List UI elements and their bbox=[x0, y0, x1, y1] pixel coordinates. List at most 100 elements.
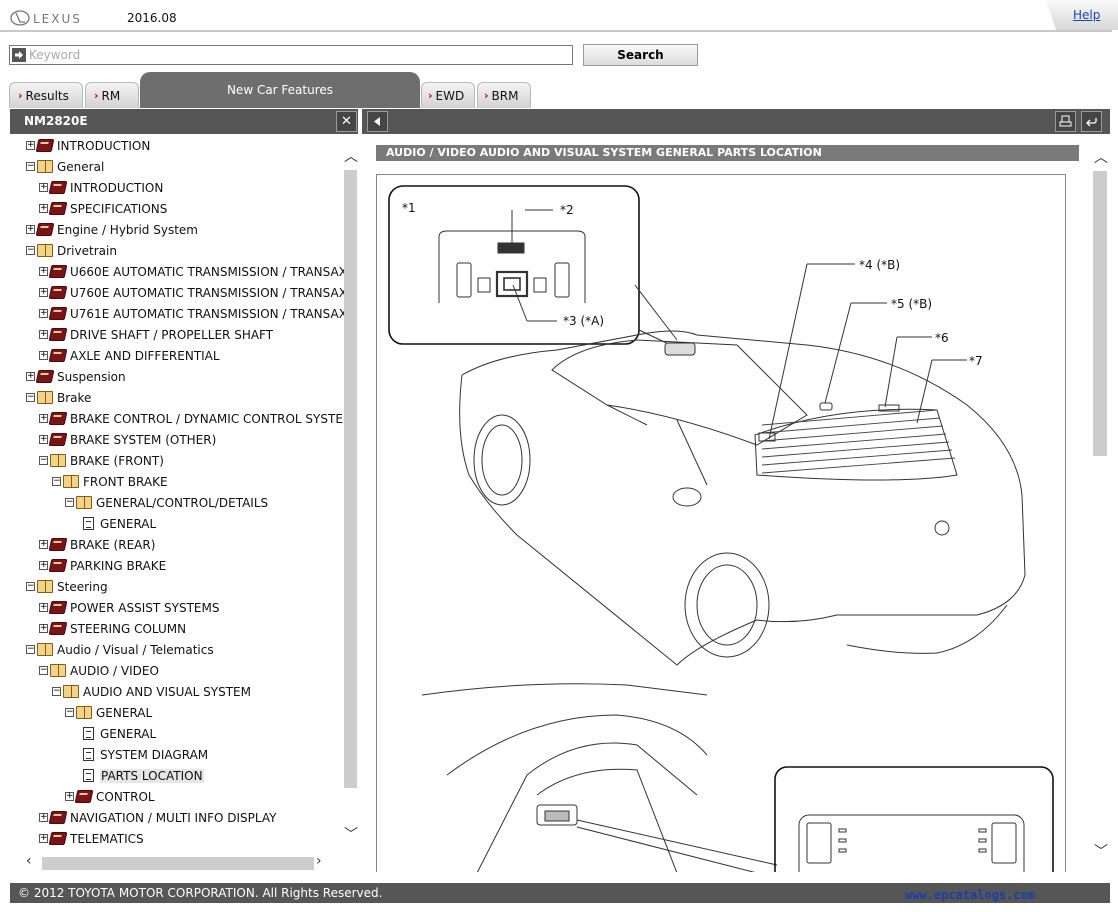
triangle-left-icon bbox=[373, 117, 380, 126]
callout-4: *4 (*B) bbox=[859, 258, 900, 272]
expand-icon[interactable]: + bbox=[65, 792, 74, 801]
collapse-icon[interactable]: − bbox=[65, 708, 74, 717]
collapse-icon[interactable]: − bbox=[26, 246, 35, 255]
collapse-icon[interactable]: − bbox=[26, 393, 35, 402]
scroll-left-icon[interactable]: ‹ bbox=[26, 853, 32, 869]
tree-node[interactable]: + DRIVE SHAFT / PROPELLER SHAFT bbox=[39, 324, 273, 345]
tree-node[interactable]: + BRAKE CONTROL / DYNAMIC CONTROL SYSTEMS bbox=[39, 408, 344, 429]
expand-icon[interactable]: + bbox=[39, 540, 48, 549]
scroll-down-icon[interactable]: ﹀ bbox=[344, 824, 358, 844]
scroll-thumb[interactable] bbox=[42, 857, 314, 870]
expand-icon[interactable]: + bbox=[39, 330, 48, 339]
expand-icon[interactable]: + bbox=[39, 603, 48, 612]
tree-node[interactable]: + TELEMATICS bbox=[39, 828, 144, 849]
expand-icon[interactable]: + bbox=[39, 351, 48, 360]
tree-node[interactable]: + BRAKE SYSTEM (OTHER) bbox=[39, 429, 216, 450]
app-window: LEXUS 2016.08 Help Search › Results › RM… bbox=[0, 0, 1118, 912]
expand-icon[interactable]: + bbox=[39, 435, 48, 444]
close-panel-button[interactable]: ✕ bbox=[336, 111, 357, 132]
expand-icon[interactable]: + bbox=[26, 372, 35, 381]
tree-node[interactable]: − General bbox=[26, 156, 104, 177]
tree-node[interactable]: + Engine / Hybrid System bbox=[26, 219, 198, 240]
tree-node[interactable]: − BRAKE (FRONT) bbox=[39, 450, 164, 471]
callout-7: *7 bbox=[969, 354, 983, 368]
collapse-icon[interactable]: − bbox=[52, 687, 61, 696]
collapse-icon[interactable]: − bbox=[65, 498, 74, 507]
tree-node[interactable]: + U760E AUTOMATIC TRANSMISSION / TRANSAXL… bbox=[39, 282, 344, 303]
help-link[interactable]: Help bbox=[1073, 8, 1100, 22]
tree-node[interactable]: SYSTEM DIAGRAM bbox=[78, 744, 208, 765]
scroll-up-icon[interactable]: ︿ bbox=[1094, 147, 1108, 167]
book-open-icon bbox=[50, 664, 66, 677]
expand-icon[interactable]: + bbox=[26, 141, 35, 150]
tree-node[interactable]: − AUDIO / VIDEO bbox=[39, 660, 159, 681]
tree-node[interactable]: + AXLE AND DIFFERENTIAL bbox=[39, 345, 220, 366]
tree-vertical-scrollbar[interactable]: ︿ ﹀ bbox=[343, 134, 358, 856]
tree-node[interactable]: − FRONT BRAKE bbox=[52, 471, 168, 492]
tab-new-car-features[interactable]: New Car Features bbox=[140, 72, 420, 108]
tree-node[interactable]: PARTS LOCATION bbox=[78, 765, 204, 786]
tree-node[interactable]: − Drivetrain bbox=[26, 240, 117, 261]
expand-icon[interactable]: + bbox=[39, 414, 48, 423]
expand-icon[interactable]: + bbox=[39, 309, 48, 318]
scroll-thumb[interactable] bbox=[344, 170, 357, 788]
content-vertical-scrollbar[interactable]: ︿ ﹀ bbox=[1092, 145, 1108, 865]
tree-node[interactable]: − GENERAL bbox=[65, 702, 152, 723]
book-closed-icon bbox=[48, 307, 68, 320]
tree-node[interactable]: GENERAL bbox=[78, 723, 156, 744]
collapse-icon[interactable]: − bbox=[52, 477, 61, 486]
collapse-icon[interactable]: − bbox=[39, 456, 48, 465]
tab-brm[interactable]: › BRM bbox=[477, 82, 531, 108]
tab-ewd[interactable]: › EWD bbox=[421, 82, 475, 108]
tree-node[interactable]: − AUDIO AND VISUAL SYSTEM bbox=[52, 681, 251, 702]
scroll-thumb[interactable] bbox=[1093, 171, 1107, 456]
tree-node[interactable]: + Suspension bbox=[26, 366, 126, 387]
tree-node[interactable]: + SPECIFICATIONS bbox=[39, 198, 167, 219]
print-button[interactable] bbox=[1055, 111, 1076, 132]
tab-label: RM bbox=[101, 88, 121, 103]
scroll-right-icon[interactable]: › bbox=[316, 853, 322, 869]
expand-icon[interactable]: + bbox=[39, 813, 48, 822]
tree-node[interactable]: − Brake bbox=[26, 387, 91, 408]
expand-icon[interactable]: + bbox=[39, 834, 48, 843]
arrow-right-icon bbox=[12, 48, 26, 62]
tree-node[interactable]: − Steering bbox=[26, 576, 108, 597]
search-input[interactable] bbox=[26, 47, 566, 63]
tree-node[interactable]: + U660E AUTOMATIC TRANSMISSION / TRANSAXL… bbox=[39, 261, 344, 282]
expand-icon[interactable]: + bbox=[26, 225, 35, 234]
tree-node[interactable]: − GENERAL/CONTROL/DETAILS bbox=[65, 492, 268, 513]
collapse-icon[interactable]: − bbox=[39, 666, 48, 675]
tree-node[interactable]: + BRAKE (REAR) bbox=[39, 534, 155, 555]
tree-horizontal-scrollbar[interactable]: ‹ › bbox=[10, 853, 344, 871]
tree-node[interactable]: + INTRODUCTION bbox=[26, 135, 150, 156]
tree-node-label: GENERAL bbox=[100, 516, 157, 531]
expand-icon[interactable]: + bbox=[39, 267, 48, 276]
tab-results[interactable]: › Results bbox=[9, 82, 83, 108]
tree-node[interactable]: GENERAL bbox=[78, 513, 156, 534]
collapse-icon[interactable]: − bbox=[26, 645, 35, 654]
tree-node[interactable]: + POWER ASSIST SYSTEMS bbox=[39, 597, 219, 618]
tree-node[interactable]: + PARKING BRAKE bbox=[39, 555, 166, 576]
tree-node[interactable]: − Audio / Visual / Telematics bbox=[26, 639, 214, 660]
scroll-down-icon[interactable]: ﹀ bbox=[1094, 841, 1108, 861]
back-button[interactable] bbox=[1081, 111, 1102, 132]
collapse-icon[interactable]: − bbox=[26, 162, 35, 171]
tree-node[interactable]: + U761E AUTOMATIC TRANSMISSION / TRANSAXL… bbox=[39, 303, 344, 324]
expand-icon[interactable]: + bbox=[39, 288, 48, 297]
tree-node[interactable]: + CONTROL bbox=[65, 786, 155, 807]
search-field[interactable] bbox=[9, 45, 573, 65]
tree-node[interactable]: + INTRODUCTION bbox=[39, 177, 163, 198]
scroll-up-icon[interactable]: ︿ bbox=[344, 146, 358, 166]
tab-rm[interactable]: › RM bbox=[85, 82, 139, 108]
expand-icon[interactable]: + bbox=[39, 561, 48, 570]
tree-node[interactable]: + STEERING COLUMN bbox=[39, 618, 186, 639]
expand-icon[interactable]: + bbox=[39, 183, 48, 192]
tree-node[interactable]: + NAVIGATION / MULTI INFO DISPLAY bbox=[39, 807, 276, 828]
book-closed-icon bbox=[48, 601, 68, 614]
tree-node-label: AUDIO AND VISUAL SYSTEM bbox=[83, 684, 251, 699]
collapse-icon[interactable]: − bbox=[26, 582, 35, 591]
expand-icon[interactable]: + bbox=[39, 624, 48, 633]
expand-icon[interactable]: + bbox=[39, 204, 48, 213]
search-button[interactable]: Search bbox=[583, 44, 698, 66]
collapse-panel-button[interactable] bbox=[367, 111, 388, 132]
